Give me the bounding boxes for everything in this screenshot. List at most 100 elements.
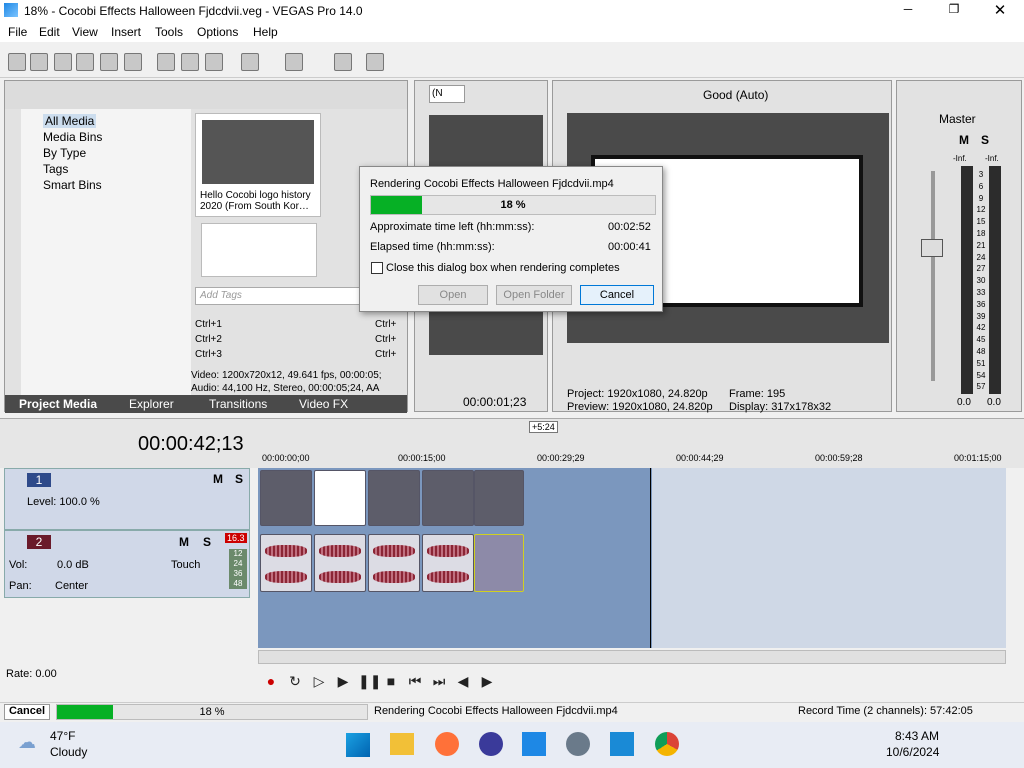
audio-clip-5[interactable] — [474, 534, 524, 592]
minimize-button[interactable]: ─ — [898, 2, 918, 16]
redo-icon[interactable] — [285, 53, 303, 71]
tree-item-tags[interactable]: Tags — [43, 162, 68, 176]
frame-info: Frame: 195 — [729, 388, 786, 400]
master-value-right: 0.0 — [987, 397, 1001, 408]
prev-frame-icon[interactable]: ◀ — [454, 672, 472, 690]
audio-clip-3[interactable] — [368, 534, 420, 592]
preview-quality[interactable]: Good (Auto) — [703, 88, 768, 102]
app-icon-2[interactable] — [479, 732, 503, 756]
menu-insert[interactable]: Insert — [111, 25, 141, 39]
tick-0: 00:00:00;00 — [262, 453, 310, 463]
track-2-automation-mode[interactable]: Touch — [171, 559, 200, 571]
video-clip-5[interactable] — [474, 470, 524, 526]
track-1-header: 1 M S Level: 100.0 % — [4, 468, 250, 530]
open-project-icon[interactable] — [30, 53, 48, 71]
tab-project-media[interactable]: Project Media — [19, 397, 97, 411]
clock-time[interactable]: 8:43 AM — [895, 729, 939, 743]
audio-clip-2[interactable] — [314, 534, 366, 592]
go-to-end-icon[interactable]: ⏭ — [430, 672, 448, 690]
tree-item-smart-bins[interactable]: Smart Bins — [43, 178, 102, 192]
track-2-header: 2 M S 16.3 12 24 36 48 Vol: 0.0 dB Touch Pa… — [4, 530, 250, 598]
render-icon[interactable] — [100, 53, 118, 71]
track-2-solo[interactable]: S — [203, 535, 211, 549]
menu-edit[interactable]: Edit — [39, 25, 60, 39]
tag-input[interactable]: Add Tags — [195, 287, 365, 305]
weather-icon[interactable]: ☁ — [18, 732, 36, 753]
cut-icon[interactable] — [157, 53, 175, 71]
master-solo-button[interactable]: S — [981, 133, 989, 147]
tree-item-media-bins[interactable]: Media Bins — [43, 130, 102, 144]
menu-bar: File Edit View Insert Tools Options Help — [0, 22, 1024, 42]
properties-icon[interactable] — [124, 53, 142, 71]
menu-view[interactable]: View — [72, 25, 98, 39]
save-icon[interactable] — [54, 53, 72, 71]
menu-help[interactable]: Help — [253, 25, 278, 39]
video-clip-2[interactable] — [314, 470, 366, 526]
ruler: 00:00:00;00 00:00:15;00 00:00:29;29 00:0… — [260, 453, 1004, 467]
save-as-icon[interactable] — [76, 53, 94, 71]
time-left-value: 00:02:52 — [608, 221, 651, 233]
main-toolbar — [0, 44, 1024, 78]
paste-icon[interactable] — [205, 53, 223, 71]
video-clip-1[interactable] — [260, 470, 312, 526]
vegas-taskbar-icon[interactable] — [522, 732, 546, 756]
record-icon[interactable]: ● — [262, 672, 280, 690]
tab-transitions[interactable]: Transitions — [209, 397, 267, 411]
undo-icon[interactable] — [241, 53, 259, 71]
video-clip-3[interactable] — [368, 470, 420, 526]
media-thumb-2[interactable] — [201, 223, 317, 277]
whats-this-icon[interactable] — [366, 53, 384, 71]
master-mute-button[interactable]: M — [959, 133, 969, 147]
clock-date[interactable]: 10/6/2024 — [886, 745, 939, 759]
menu-file[interactable]: File — [8, 25, 27, 39]
file-explorer-icon[interactable] — [390, 733, 414, 755]
timeline-scrollbar[interactable] — [258, 650, 1006, 664]
pause-icon[interactable]: ❚❚ — [358, 672, 381, 690]
track-1-solo[interactable]: S — [235, 472, 243, 486]
chrome-icon[interactable] — [655, 732, 679, 756]
open-button[interactable]: Open — [418, 285, 488, 305]
meter-scale: 3 6 9 12 15 18 21 24 27 30 33 36 39 42 45 48 51 54 57 — [976, 170, 986, 392]
display-info: Display: 317x178x32 — [729, 401, 832, 413]
title-bar: 18% - Cocobi Effects Halloween Fjdcdvii.… — [0, 0, 1024, 22]
loop-icon[interactable]: ↻ — [286, 672, 304, 690]
settings-icon[interactable] — [566, 732, 590, 756]
app-icon-3[interactable] — [610, 732, 634, 756]
copy-icon[interactable] — [181, 53, 199, 71]
tree-item-by-type[interactable]: By Type — [43, 146, 86, 160]
tab-explorer[interactable]: Explorer — [129, 397, 174, 411]
stop-icon[interactable]: ■ — [382, 672, 400, 690]
menu-tools[interactable]: Tools — [155, 25, 183, 39]
project-info: Project: 1920x1080, 24.820p — [567, 388, 708, 400]
audio-clip-1[interactable] — [260, 534, 312, 592]
plugin-icon[interactable] — [334, 53, 352, 71]
track-2-mini-meter: 12 24 36 48 — [229, 549, 247, 589]
tab-video-fx[interactable]: Video FX — [299, 397, 348, 411]
close-button[interactable]: ✕ — [990, 1, 1010, 19]
dialog-cancel-button[interactable]: Cancel — [580, 285, 654, 305]
status-bar: Cancel 18 % Rendering Cocobi Effects Hal… — [0, 702, 1024, 720]
open-folder-button[interactable]: Open Folder — [496, 285, 572, 305]
media-thumb-1[interactable]: Hello Cocobi logo history 2020 (From Sou… — [195, 113, 321, 217]
firefox-icon[interactable] — [435, 732, 459, 756]
status-cancel-button[interactable]: Cancel — [4, 704, 50, 720]
go-to-start-icon[interactable]: ⏮ — [406, 672, 424, 690]
shortcut-list: Ctrl+1 Ctrl+2 Ctrl+3 — [195, 319, 222, 360]
play-from-start-icon[interactable]: ▷ — [310, 672, 328, 690]
start-icon[interactable] — [346, 733, 370, 757]
loop-marker: +5:24 — [529, 421, 558, 433]
next-frame-icon[interactable]: ▶ — [478, 672, 496, 690]
new-project-icon[interactable] — [8, 53, 26, 71]
tree-item-all-media[interactable]: All Media — [43, 114, 97, 128]
close-when-done-checkbox[interactable] — [371, 262, 383, 274]
restore-button[interactable]: ❐ — [944, 2, 964, 16]
menu-options[interactable]: Options — [197, 25, 238, 39]
video-clip-4[interactable] — [422, 470, 474, 526]
audio-clip-4[interactable] — [422, 534, 474, 592]
track-2-mute[interactable]: M — [179, 535, 189, 549]
play-icon[interactable]: ▶ — [334, 672, 352, 690]
master-fader-handle[interactable] — [921, 239, 943, 257]
time-left-label: Approximate time left (hh:mm:ss): — [370, 221, 535, 233]
trimmer-dropdown[interactable]: (N — [429, 85, 465, 103]
track-1-mute[interactable]: M — [213, 472, 223, 486]
